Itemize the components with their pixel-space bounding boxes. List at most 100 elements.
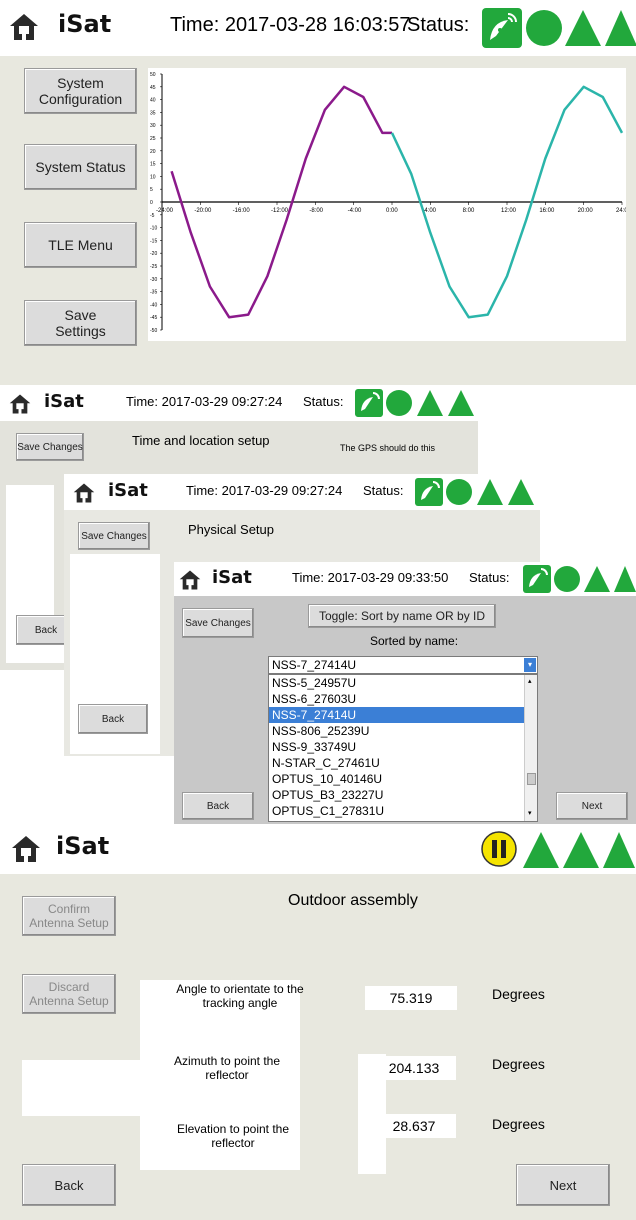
satellite-combobox[interactable]: NSS-7_27414U ▾ bbox=[268, 656, 538, 674]
y-tick-label: -50 bbox=[150, 328, 157, 334]
home-icon[interactable] bbox=[72, 482, 96, 504]
combobox-value: NSS-7_27414U bbox=[272, 658, 357, 672]
button-label: Back bbox=[206, 800, 230, 812]
clock-readout: Time: 2017-03-29 09:27:24 bbox=[126, 394, 283, 409]
clock-readout: Time: 2017-03-29 09:33:50 bbox=[292, 570, 449, 585]
home-icon[interactable] bbox=[10, 834, 42, 864]
list-item[interactable]: OPTUS_B3_23227U bbox=[269, 787, 537, 803]
chevron-down-icon[interactable]: ▾ bbox=[524, 658, 536, 672]
home-icon[interactable] bbox=[8, 12, 40, 42]
status-triangle-icon bbox=[447, 389, 475, 417]
x-tick-label: -8:00 bbox=[309, 208, 323, 214]
button-label: Next bbox=[581, 800, 603, 812]
home-icon[interactable] bbox=[178, 569, 202, 591]
status-triangle-icon bbox=[602, 830, 636, 870]
button-label: Save Changes bbox=[17, 441, 83, 453]
satellite-dish-icon bbox=[523, 565, 551, 593]
button-label: Back bbox=[101, 713, 125, 725]
system-status-button[interactable]: System Status bbox=[24, 144, 137, 190]
y-tick-label: -30 bbox=[150, 277, 157, 283]
satellite-list[interactable]: NSS-5_24957U NSS-6_27603U NSS-7_27414U NSS-… bbox=[268, 674, 538, 822]
save-changes-button[interactable]: Save Changes bbox=[182, 608, 254, 638]
y-tick-label: 30 bbox=[150, 123, 156, 129]
button-label: System Configuration bbox=[38, 75, 123, 107]
white-block bbox=[22, 1060, 152, 1116]
list-item[interactable]: NSS-5_24957U bbox=[269, 675, 537, 691]
button-label: TLE Menu bbox=[48, 237, 113, 253]
x-tick-label: -24:00 bbox=[156, 208, 174, 214]
scroll-thumb[interactable] bbox=[527, 773, 536, 785]
confirm-antenna-setup-button[interactable]: Confirm Antenna Setup bbox=[22, 896, 116, 936]
elevation-value: 28.637 bbox=[372, 1114, 456, 1138]
status-triangle-icon bbox=[604, 8, 636, 48]
clock-readout: Time: 2017-03-28 16:03:57 bbox=[170, 14, 411, 36]
x-tick-label: -12:00 bbox=[271, 208, 289, 214]
y-tick-label: 5 bbox=[150, 187, 153, 193]
status-triangle-icon bbox=[613, 565, 636, 593]
list-item[interactable]: OPTUS_C1_27831U bbox=[269, 803, 537, 819]
save-changes-button[interactable]: Save Changes bbox=[16, 433, 84, 461]
save-settings-button[interactable]: Save Settings bbox=[24, 300, 137, 346]
y-tick-label: 50 bbox=[150, 72, 156, 78]
status-label: Status: bbox=[407, 14, 470, 36]
scroll-up-icon[interactable]: ▴ bbox=[528, 677, 532, 685]
x-tick-label: 12:00 bbox=[501, 208, 517, 214]
status-label: Status: bbox=[469, 570, 510, 585]
status-label: Status: bbox=[363, 483, 404, 498]
x-tick-label: -20:00 bbox=[194, 208, 212, 214]
status-circle-icon bbox=[445, 478, 473, 506]
app-logo: iSat bbox=[212, 567, 252, 588]
status-triangle-icon bbox=[562, 830, 600, 870]
list-item[interactable]: NSS-806_25239U bbox=[269, 723, 537, 739]
status-circle-icon bbox=[524, 8, 564, 48]
discard-antenna-setup-button[interactable]: Discard Antenna Setup bbox=[22, 974, 116, 1014]
x-tick-label: 24:00 bbox=[616, 208, 626, 214]
pause-icon[interactable] bbox=[480, 830, 518, 868]
toggle-sort-button[interactable]: Toggle: Sort by name OR by ID bbox=[308, 604, 496, 628]
list-items: NSS-5_24957U NSS-6_27603U NSS-7_27414U NSS-… bbox=[269, 675, 537, 821]
elevation-unit: Degrees bbox=[492, 1116, 545, 1132]
y-tick-label: 35 bbox=[150, 110, 156, 116]
y-tick-label: 20 bbox=[150, 149, 156, 155]
satellite-dish-icon bbox=[355, 389, 383, 417]
home-icon[interactable] bbox=[8, 393, 32, 415]
back-button[interactable]: Back bbox=[182, 792, 254, 820]
back-button[interactable]: Back bbox=[22, 1164, 116, 1206]
button-label: Next bbox=[549, 1177, 577, 1193]
page-title: Outdoor assembly bbox=[288, 892, 418, 909]
button-label: Save Settings bbox=[55, 307, 106, 339]
y-tick-label: -25 bbox=[150, 264, 157, 270]
list-item[interactable]: N-STAR_C_27461U bbox=[269, 755, 537, 771]
list-item[interactable]: NSS-9_33749U bbox=[269, 739, 537, 755]
status-label: Status: bbox=[303, 394, 344, 409]
x-tick-label: 8:00 bbox=[463, 208, 475, 214]
button-label: Back bbox=[34, 624, 58, 636]
back-button[interactable]: Back bbox=[78, 704, 148, 734]
y-tick-label: 0 bbox=[150, 200, 153, 206]
y-tick-label: 45 bbox=[150, 85, 156, 91]
list-item[interactable]: NSS-6_27603U bbox=[269, 691, 537, 707]
button-label: Discard Antenna Setup bbox=[29, 980, 109, 1008]
list-item[interactable]: OPTUS_D1_29495U bbox=[269, 819, 537, 821]
save-changes-button[interactable]: Save Changes bbox=[78, 522, 150, 550]
azimuth-unit: Degrees bbox=[492, 1056, 545, 1072]
status-triangle-icon bbox=[522, 830, 560, 870]
list-item[interactable]: NSS-7_27414U bbox=[269, 707, 537, 723]
status-triangle-icon bbox=[583, 565, 611, 593]
y-tick-label: 15 bbox=[150, 162, 156, 168]
x-tick-label: 0:00 bbox=[386, 208, 398, 214]
y-tick-label: -40 bbox=[150, 302, 157, 308]
scroll-down-icon[interactable]: ▾ bbox=[528, 809, 532, 817]
button-label: Save Changes bbox=[81, 530, 147, 542]
angle-label: Angle to orientate to the tracking angle bbox=[176, 982, 304, 1010]
x-tick-label: -4:00 bbox=[348, 208, 362, 214]
list-item[interactable]: OPTUS_10_40146U bbox=[269, 771, 537, 787]
button-label: Back bbox=[54, 1177, 84, 1193]
tle-menu-button[interactable]: TLE Menu bbox=[24, 222, 137, 268]
system-configuration-button[interactable]: System Configuration bbox=[24, 68, 137, 114]
button-label: Toggle: Sort by name OR by ID bbox=[318, 609, 486, 623]
scrollbar[interactable]: ▴ ▾ bbox=[524, 675, 537, 821]
next-button[interactable]: Next bbox=[556, 792, 628, 820]
next-button[interactable]: Next bbox=[516, 1164, 610, 1206]
x-tick-label: 16:00 bbox=[539, 208, 555, 214]
